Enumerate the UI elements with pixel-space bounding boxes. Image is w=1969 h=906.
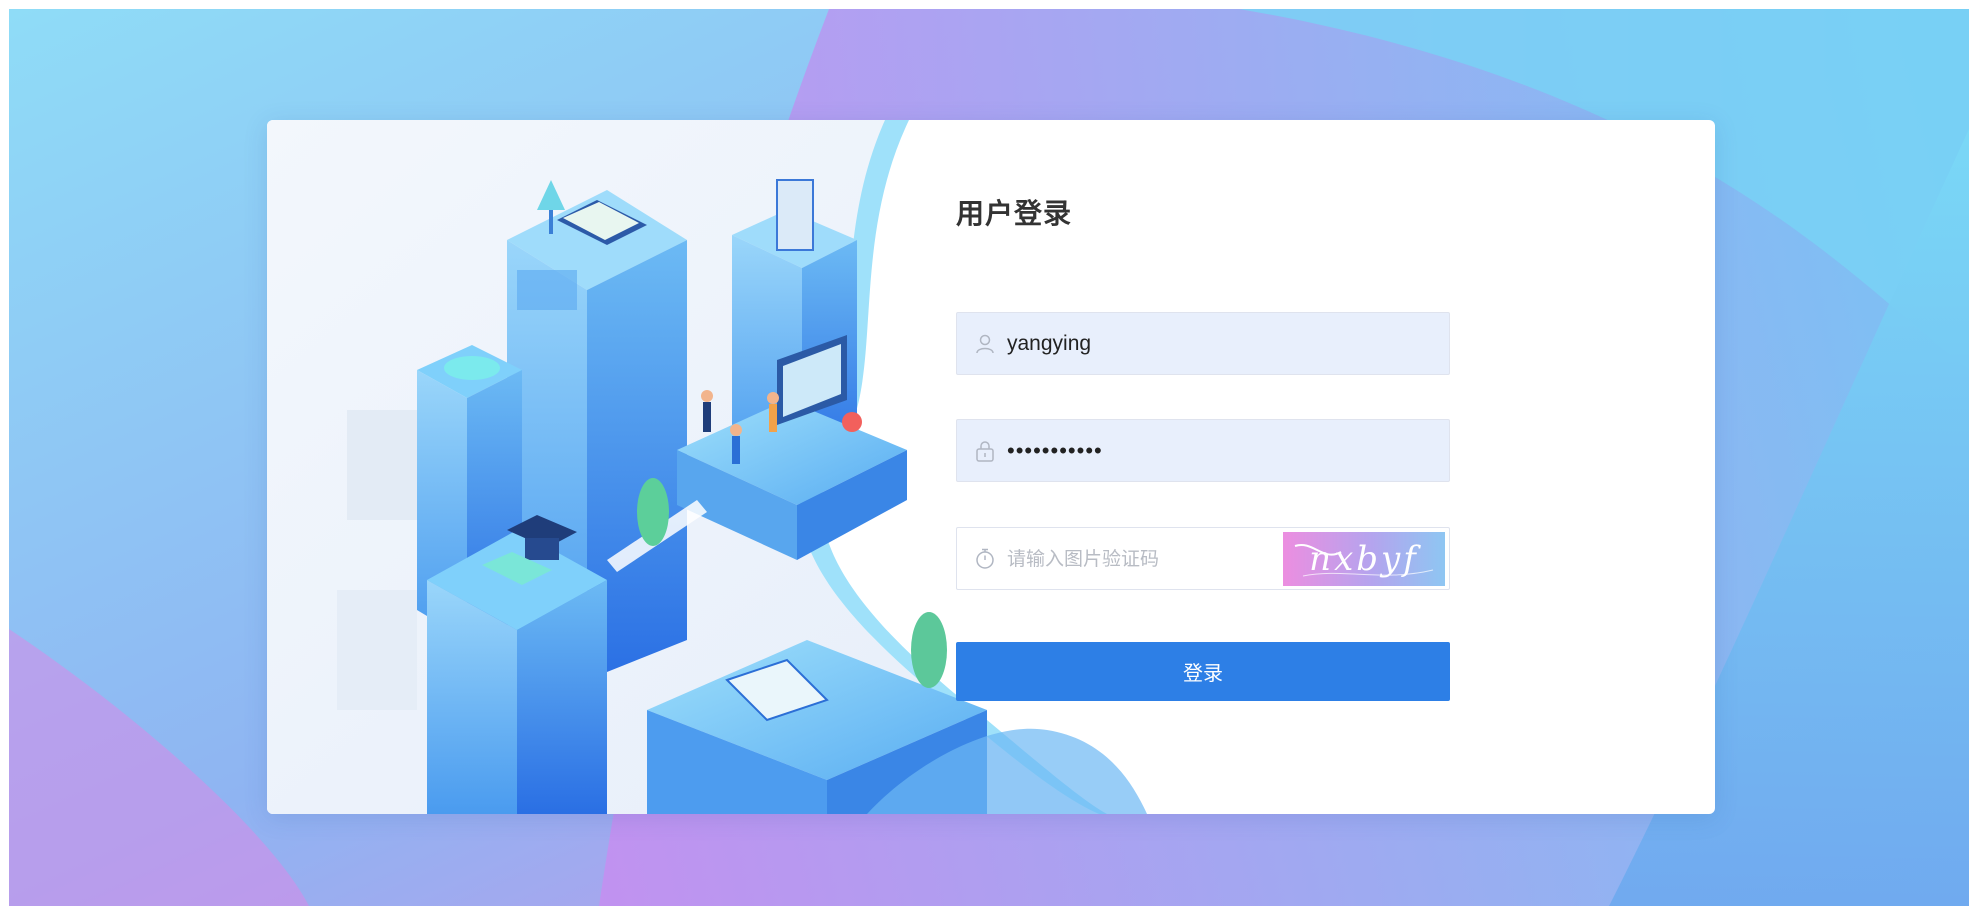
login-button[interactable]: 登录 [956,642,1450,701]
captcha-field: nxbyf [956,527,1450,590]
timer-icon [976,548,994,569]
login-card: 用户登录 yangying ••••••••••• 请输入图片验证码 nxbyf… [267,120,1715,814]
login-page: 用户登录 yangying ••••••••••• 请输入图片验证码 nxbyf… [9,9,1969,906]
password-input[interactable] [1007,420,1307,481]
login-form: 用户登录 yangying ••••••••••• 请输入图片验证码 nxbyf… [956,120,1456,814]
password-field [956,419,1450,482]
captcha-text: nxbyf [1309,539,1419,579]
user-icon [976,334,994,354]
captcha-input[interactable] [1007,528,1307,589]
captcha-image[interactable]: nxbyf [1283,532,1445,586]
page-title: 用户登录 [956,197,1073,230]
username-field [956,312,1450,375]
username-input[interactable] [1007,313,1307,374]
lock-icon [976,441,994,462]
